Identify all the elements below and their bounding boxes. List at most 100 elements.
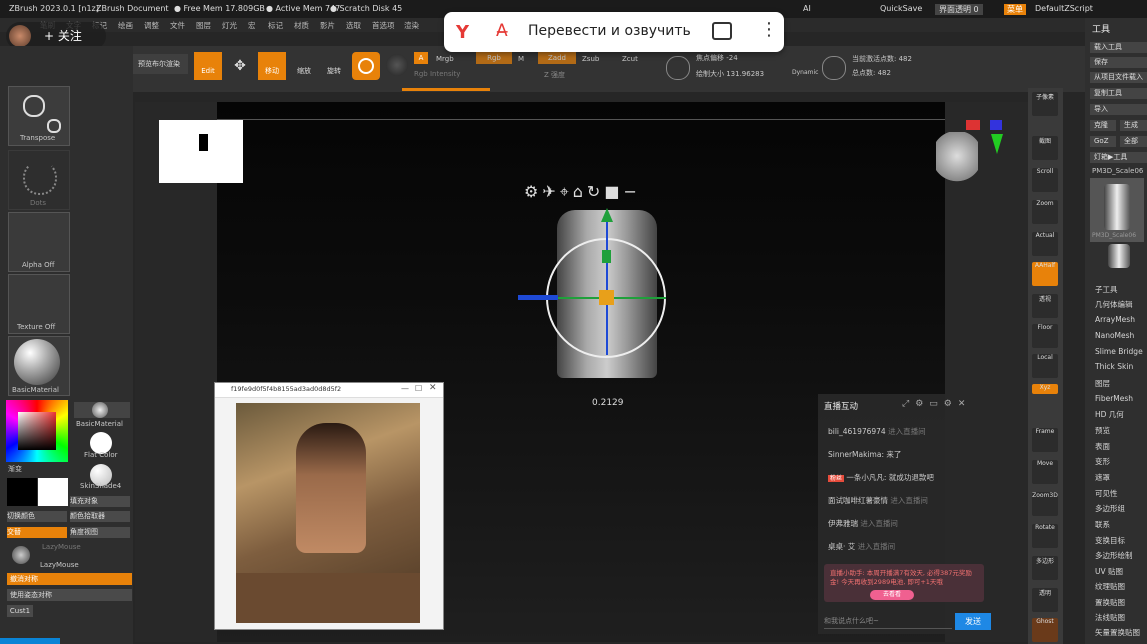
expand-icon[interactable]: ⤢ [902,399,915,409]
color-square[interactable] [18,412,56,450]
follow-button[interactable]: + 关注 [44,27,82,44]
rotate-button[interactable]: 旋转 [322,52,346,80]
actual-button[interactable]: Actual [1032,232,1058,256]
menu-item[interactable]: 灯光 [222,20,237,31]
material-tile[interactable]: BasicMaterial [8,336,70,396]
chat-tools[interactable]: ⤢⚙▭⚙✕ [902,399,971,409]
chat-input[interactable]: 和我说点什么吧~ [824,614,952,629]
primary-color-swatch[interactable] [7,478,37,506]
nanomesh-menu[interactable]: NanoMesh [1095,331,1134,340]
subpixel-button[interactable]: 子像素 [1032,92,1058,116]
gradient-label[interactable]: 渐变 [8,464,22,474]
fill-object-button[interactable]: 填充对象 [70,496,130,507]
polygroups-menu[interactable]: 多边形组 [1095,503,1125,514]
uv-map-menu[interactable]: UV 贴图 [1095,566,1123,577]
local-button[interactable]: Local [1032,354,1058,378]
deformation-menu[interactable]: 变形 [1095,456,1110,467]
transparent-button[interactable]: 透明 [1032,588,1058,612]
save-tool-button[interactable]: 保存 [1090,57,1147,68]
zcut-button[interactable]: Zcut [622,55,638,63]
lightbox-tools-button[interactable]: 灯箱▶工具 [1090,152,1147,163]
snapshot-button[interactable]: 截图 [1032,136,1058,160]
menu-item[interactable]: 标记 [268,20,283,31]
translate-popup[interactable]: Y A̶ Перевести и озвучить ⋮ [444,12,784,52]
scroll-button[interactable]: Scroll [1032,168,1058,192]
normal-map-menu[interactable]: 法线贴图 [1095,612,1125,623]
import-button[interactable]: 导入 [1090,104,1147,115]
minus-icon[interactable]: − [623,182,640,201]
gizmo-y-arrow[interactable] [601,208,613,222]
material-sphere-icon[interactable] [386,54,408,76]
m-button[interactable]: M [518,55,524,63]
menu-item[interactable]: 选取 [346,20,361,31]
vector-displacement-menu[interactable]: 矢量置换贴图 [1095,627,1140,638]
load-tool-button[interactable]: 载入工具 [1090,42,1147,53]
chat-user[interactable]: 一条小凡凡: [846,473,886,482]
zoom3d-button[interactable]: Zoom3D [1032,492,1058,516]
gizmo-button[interactable] [352,52,380,80]
cust1-button[interactable]: Cust1 [7,605,33,617]
make-polymesh-button[interactable]: 生成 [1120,120,1147,131]
more-icon[interactable]: ⋮ [760,19,778,40]
frame-button[interactable]: Frame [1032,428,1058,452]
lock-icon[interactable]: ▭ [929,399,944,409]
pin-icon[interactable]: ✈ [542,182,559,201]
transparency-slider[interactable]: 界面透明 0 [935,4,983,15]
texture-tile[interactable]: Texture Off [8,274,70,334]
secondary-color-swatch[interactable] [38,478,68,506]
thick-skin-menu[interactable]: Thick Skin [1095,362,1133,371]
lazymouse-slider[interactable]: LazyMouse [42,543,81,551]
fibermesh-menu[interactable]: FiberMesh [1095,394,1133,403]
gizmo-center-handle[interactable] [599,290,614,305]
preview-menu[interactable]: 预览 [1095,425,1110,436]
menu-item[interactable]: 影片 [320,20,335,31]
zoom-button[interactable]: Zoom [1032,200,1058,224]
geometry-menu[interactable]: 几何体编辑 [1095,299,1133,310]
rotate-view-button[interactable]: Rotate [1032,524,1058,548]
chat-user[interactable]: SinnerMakima: [828,450,884,459]
switch-color-button[interactable]: 切换颜色 [7,511,67,522]
xyz-button[interactable]: Xyz [1032,384,1058,394]
menu-item[interactable]: 调整 [144,20,159,31]
arraymesh-menu[interactable]: ArrayMesh [1095,315,1135,324]
rgb-intensity-slider[interactable]: Rgb Intensity [414,70,460,78]
visibility-menu[interactable]: 可见性 [1095,488,1118,499]
polyframe-button[interactable]: 多边形 [1032,556,1058,580]
chat-user[interactable]: 伊弗雅瑞 [828,519,858,528]
morph-target-menu[interactable]: 变换目标 [1095,535,1125,546]
move-button[interactable]: 移动 [258,52,286,80]
location-icon[interactable]: ⌖ [560,182,573,201]
zadd-button[interactable]: Zadd [538,52,576,64]
menu-item[interactable]: 宏 [248,20,256,31]
transpose-tile[interactable]: Transpose [8,86,70,146]
alpha-tile[interactable]: Alpha Off [8,212,70,272]
edit-button[interactable]: Edit [194,52,222,80]
aahalf-button[interactable]: AAHalf [1032,262,1058,286]
menu-item[interactable]: 首选项 [372,20,395,31]
color-picker-button[interactable]: 颜色拾取器 [70,511,130,522]
scale-button[interactable]: 缩放 [292,52,316,80]
gizmo-y-handle[interactable] [602,250,611,263]
hd-geometry-menu[interactable]: HD 几何 [1095,409,1124,420]
menu-button[interactable]: 菜单 [1004,4,1026,15]
quicksave-button[interactable]: QuickSave [880,4,922,13]
a-button[interactable]: A [414,52,428,64]
copy-tool-button[interactable]: 复制工具 [1090,88,1147,99]
close-icon[interactable]: ✕ [958,399,972,409]
move-view-button[interactable]: Move [1032,460,1058,484]
gizmo-toolbar[interactable]: ⚙✈⌖⌂↻■− [524,182,641,202]
settings-icon[interactable]: ⚙ [915,399,929,409]
angle-view-button[interactable]: 角度视图 [70,527,130,538]
orientation-head-icon[interactable] [936,132,978,192]
menu-item[interactable]: 图层 [196,20,211,31]
reset-icon[interactable]: ↻ [587,182,604,201]
perspective-button[interactable]: 透视 [1032,294,1058,318]
texture-map-menu[interactable]: 纹理贴图 [1095,581,1125,592]
small-tool-icon[interactable] [1108,244,1130,268]
pose-symmetry-button[interactable]: 使用姿态对称 [7,589,132,601]
alternate-button[interactable]: 交替 [7,527,67,538]
layers-menu[interactable]: 图层 [1095,378,1110,389]
close-icon[interactable]: ✕ [429,383,437,393]
displacement-map-menu[interactable]: 置换贴图 [1095,597,1125,608]
home-icon[interactable]: ⌂ [573,182,587,201]
